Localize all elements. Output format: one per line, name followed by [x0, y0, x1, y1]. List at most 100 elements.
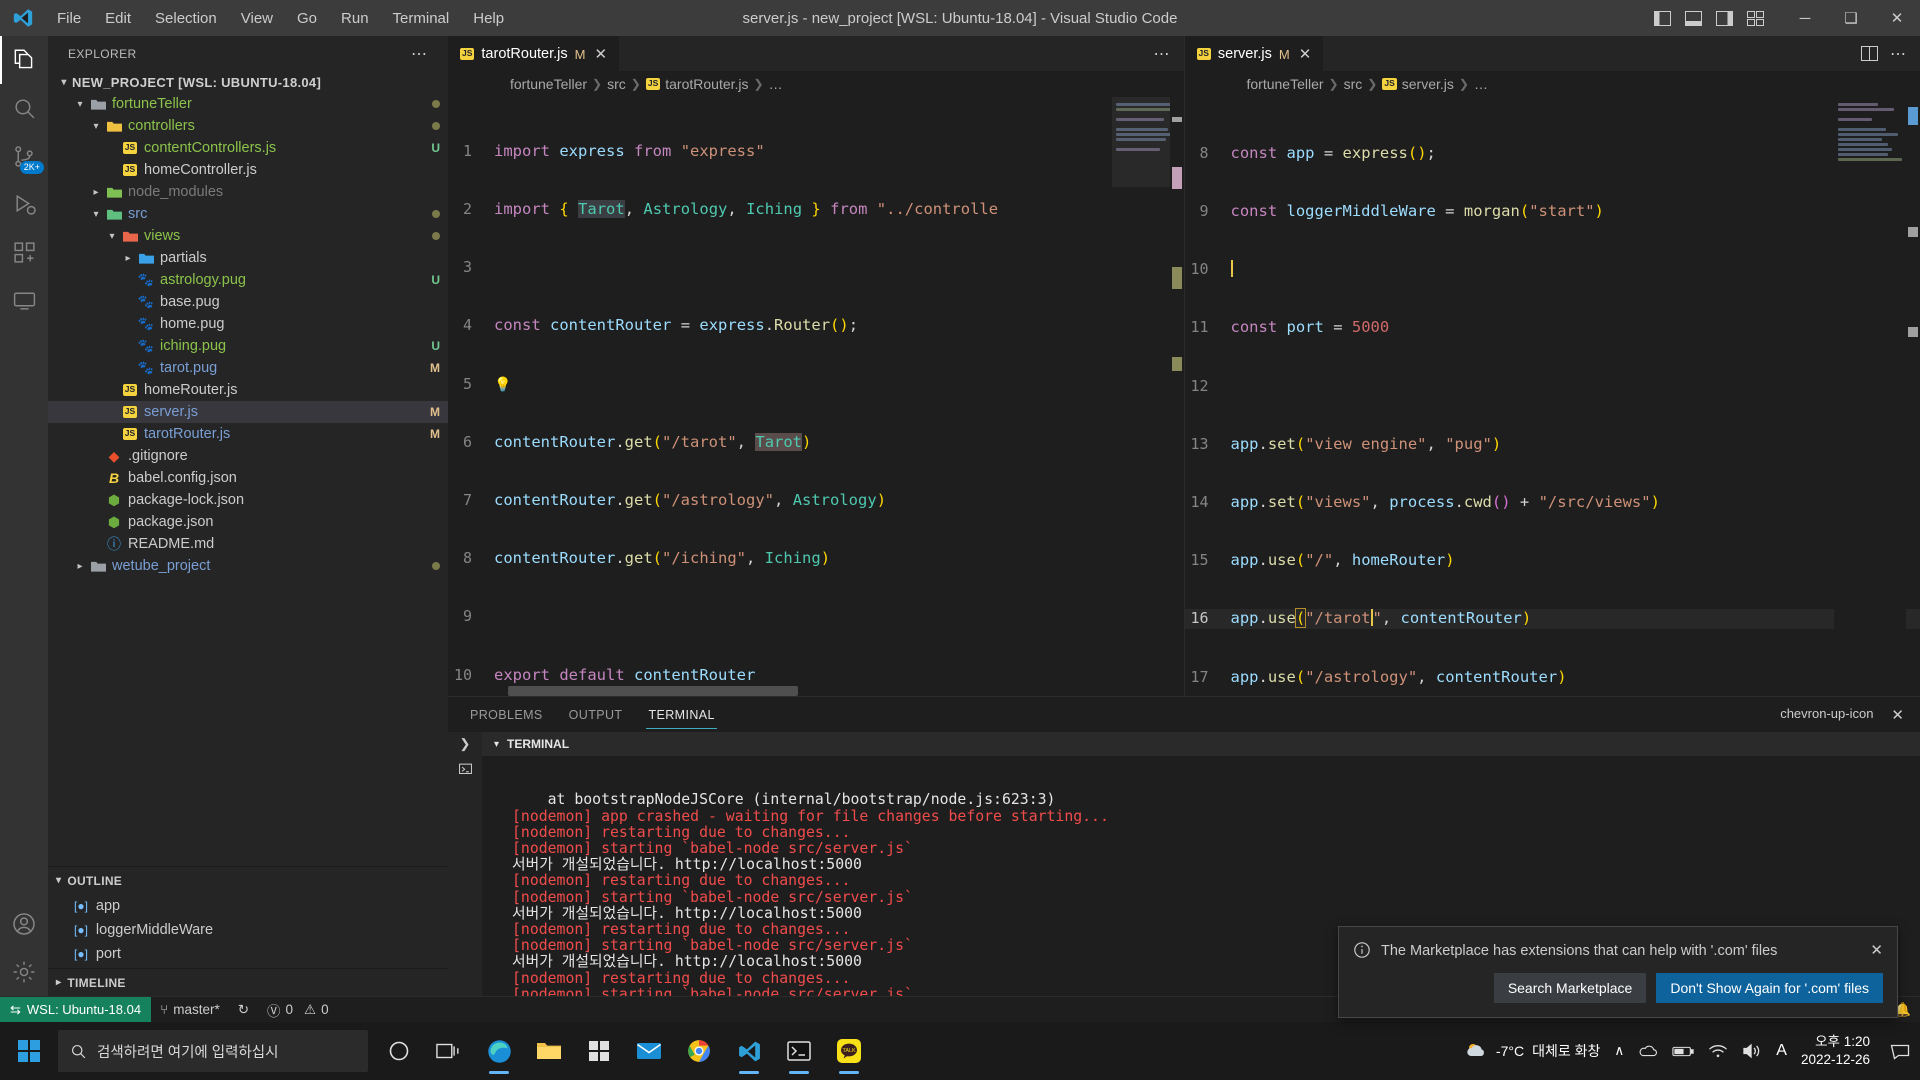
chevron-down-icon[interactable]: ▾ — [88, 121, 104, 132]
menu-bar[interactable]: File Edit Selection View Go Run Terminal… — [46, 6, 515, 31]
task-view-icon[interactable] — [426, 1025, 472, 1077]
chevron-down-icon[interactable]: ▾ — [56, 875, 61, 886]
ime-indicator[interactable]: A — [1776, 1042, 1787, 1060]
chevron-down-icon[interactable]: ▾ — [88, 209, 104, 220]
activity-settings[interactable] — [0, 948, 48, 996]
tree-root-folder[interactable]: ▾ NEW_PROJECT [WSL: UBUNTU-18.04] — [48, 71, 448, 93]
tree-item-node-modules[interactable]: ▸ node_modules — [48, 181, 448, 203]
panel-actions[interactable]: chevron-up-icon ✕ — [1780, 706, 1920, 724]
scrollbar-right[interactable] — [1906, 97, 1920, 696]
status-remote-indicator[interactable]: ⇆ WSL: Ubuntu-18.04 — [0, 996, 152, 1023]
tree-item-iching-pug[interactable]: 🐾 iching.pug U — [48, 335, 448, 357]
tab-tarotrouter-js[interactable]: JS tarotRouter.js M ✕ — [448, 36, 621, 71]
code-action-lightbulb[interactable]: 💡 — [494, 375, 1184, 395]
panel-tab-problems[interactable]: PROBLEMS — [468, 701, 545, 729]
wifi-icon[interactable] — [1708, 1044, 1728, 1059]
minimap-right[interactable] — [1834, 97, 1906, 696]
dont-show-again-button[interactable]: Don't Show Again for '.com' files — [1656, 973, 1883, 1003]
breadcrumb-item[interactable]: tarotRouter.js — [665, 76, 748, 92]
tree-item-views[interactable]: ▾ views — [48, 225, 448, 247]
tree-item-home-pug[interactable]: 🐾 home.pug — [48, 313, 448, 335]
breadcrumb-right[interactable]: fortuneTeller ❯ src ❯ JS server.js ❯ … — [1184, 71, 1920, 97]
search-marketplace-button[interactable]: Search Marketplace — [1493, 973, 1647, 1003]
chevron-right-icon[interactable]: ▸ — [88, 187, 104, 198]
tree-item-gitignore[interactable]: ◆ .gitignore — [48, 445, 448, 467]
file-explorer-icon[interactable] — [526, 1025, 572, 1077]
activity-search[interactable] — [0, 84, 48, 132]
menu-item-help[interactable]: Help — [462, 6, 515, 31]
minimize-button[interactable]: ─ — [1782, 0, 1828, 36]
editor-more-actions-icon[interactable]: ⋯ — [1890, 44, 1906, 64]
breadcrumb-item[interactable]: server.js — [1402, 76, 1454, 92]
outline-item-loggermiddleware[interactable]: [●] loggerMiddleWare — [48, 918, 448, 942]
status-branch[interactable]: ⑂ master* — [151, 997, 229, 1023]
tree-item-astrology-pug[interactable]: 🐾 astrology.pug U — [48, 269, 448, 291]
toggle-primary-sidebar-icon[interactable] — [1654, 10, 1671, 26]
chevron-down-icon[interactable]: ▾ — [104, 231, 120, 242]
tree-item-tarotrouter-js[interactable]: JS tarotRouter.js M — [48, 423, 448, 445]
menu-item-edit[interactable]: Edit — [94, 6, 142, 31]
toggle-panel-icon[interactable] — [1685, 10, 1702, 26]
tree-item-partials[interactable]: ▸ partials — [48, 247, 448, 269]
activity-accounts[interactable] — [0, 900, 48, 948]
code-editor-right[interactable]: 8 const app = express(); 9 const loggerMid… — [1184, 97, 1920, 696]
new-terminal-icon[interactable] — [457, 762, 474, 779]
outline-list[interactable]: [●] app [●] loggerMiddleWare [●] port — [48, 894, 448, 968]
close-icon[interactable]: ✕ — [1891, 706, 1904, 724]
tab-bar-actions-left[interactable]: ⋯ — [1140, 36, 1184, 71]
tree-item-package-json[interactable]: ⬢ package.json — [48, 511, 448, 533]
activity-source-control[interactable]: 2K+ — [0, 132, 48, 180]
status-problems[interactable]: Ⓥ 0 ⚠ 0 — [258, 997, 338, 1023]
tree-item-server-js[interactable]: JS server.js M — [48, 401, 448, 423]
editor-more-actions-icon[interactable]: ⋯ — [1154, 44, 1170, 64]
chevron-right-icon[interactable]: ▸ — [56, 977, 61, 988]
lightbulb-icon[interactable]: 💡 — [494, 377, 511, 393]
chevron-up-icon[interactable]: chevron-up-icon — [1780, 706, 1873, 724]
tab-close-icon[interactable]: ✕ — [595, 45, 608, 63]
toggle-secondary-sidebar-icon[interactable] — [1716, 10, 1733, 26]
chevron-down-icon[interactable]: ▾ — [494, 739, 499, 750]
breadcrumb-left[interactable]: fortuneTeller ❯ src ❯ JS tarotRouter.js … — [448, 71, 1184, 97]
battery-icon[interactable] — [1672, 1045, 1694, 1058]
tree-item-babel-config-json[interactable]: Bbabel.config.json — [48, 467, 448, 489]
chevron-right-icon[interactable]: ▸ — [72, 561, 88, 572]
tree-item-contentcontrollers-js[interactable]: JS contentControllers.js U — [48, 137, 448, 159]
breadcrumb-item[interactable]: fortuneTeller — [1247, 76, 1324, 92]
terminal-icon[interactable] — [776, 1025, 822, 1077]
horizontal-scrollbar-left[interactable] — [508, 686, 798, 696]
chevron-right-icon[interactable]: ❯ — [460, 736, 471, 752]
vscode-icon[interactable] — [726, 1025, 772, 1077]
tree-item-wetube-project[interactable]: ▸ wetube_project — [48, 555, 448, 577]
activity-remote-explorer[interactable] — [0, 276, 48, 324]
terminal-sidebar[interactable]: ❯ — [448, 732, 482, 996]
notification-close-icon[interactable]: ✕ — [1870, 941, 1883, 959]
start-button[interactable] — [0, 1022, 58, 1080]
breadcrumb-item[interactable]: src — [1344, 76, 1363, 92]
status-sync[interactable]: ↻ — [229, 997, 258, 1023]
outline-item-app[interactable]: [●] app — [48, 894, 448, 918]
tree-item-base-pug[interactable]: 🐾 base.pug — [48, 291, 448, 313]
mail-icon[interactable] — [626, 1025, 672, 1077]
tree-item-package-lock-json[interactable]: ⬢ package-lock.json — [48, 489, 448, 511]
scrollbar-left[interactable] — [1169, 97, 1184, 696]
microsoft-store-icon[interactable] — [576, 1025, 622, 1077]
weather-widget[interactable]: -7°C 대체로 화창 — [1464, 1039, 1600, 1063]
tree-item-tarot-pug[interactable]: 🐾 tarot.pug M — [48, 357, 448, 379]
tree-item-fortuneteller[interactable]: ▾ fortuneTeller — [48, 93, 448, 115]
menu-item-file[interactable]: File — [46, 6, 92, 31]
tree-item-controllers[interactable]: ▾ controllers — [48, 115, 448, 137]
sidebar-more-actions-icon[interactable]: ⋯ — [411, 44, 428, 64]
activity-run-debug[interactable] — [0, 180, 48, 228]
outline-item-port[interactable]: [●] port — [48, 942, 448, 966]
tree-item-homerouter-js[interactable]: JS homeRouter.js — [48, 379, 448, 401]
tree-item-homecontroller-js[interactable]: JS homeController.js — [48, 159, 448, 181]
tab-bar-actions-right[interactable]: ⋯ — [1847, 36, 1920, 71]
file-tree[interactable]: ▾ NEW_PROJECT [WSL: UBUNTU-18.04] ▾ fortu… — [48, 71, 448, 866]
tree-item-readme-md[interactable]: ⓘ README.md — [48, 533, 448, 555]
cortana-icon[interactable] — [376, 1025, 422, 1077]
layout-controls[interactable] — [1654, 10, 1782, 26]
customize-layout-icon[interactable] — [1747, 10, 1764, 26]
timeline-section-header[interactable]: ▸ TIMELINE — [48, 968, 448, 996]
taskbar-search-input[interactable]: 검색하려면 여기에 입력하십시 — [58, 1030, 368, 1072]
menu-item-terminal[interactable]: Terminal — [382, 6, 461, 31]
